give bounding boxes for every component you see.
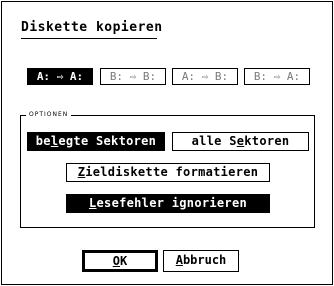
used-sectors-option[interactable]: belegte Sektoren [27,132,165,151]
shortcut-letter: O [112,254,120,268]
label-part: esefehler ignorieren [96,196,248,210]
dialog-title: Diskette kopieren [21,20,163,35]
format-target-disk-toggle[interactable]: Zieldiskette formatieren [66,163,270,182]
drive-option-label: B: ⇨ A: [253,70,301,83]
shortcut-letter: L [88,196,97,210]
ok-button[interactable]: OK [82,250,158,272]
label-part: K [120,254,128,268]
label-part: be [35,134,51,148]
label-part: egte Sektoren [58,134,157,148]
copy-disk-dialog: Diskette kopieren A: ⇨ A: B: ⇨ B: A: ⇨ B… [1,1,333,285]
shortcut-letter: A [175,253,183,267]
drive-option-label: A: ⇨ B: [181,70,229,83]
cancel-button[interactable]: Abbruch [163,250,239,272]
drive-option-label: A: ⇨ A: [36,70,84,83]
drive-option-b-to-a[interactable]: B: ⇨ A: [244,68,310,85]
label-part: ktoren [244,134,290,148]
drive-option-a-to-a[interactable]: A: ⇨ A: [27,68,93,85]
ignore-read-errors-toggle[interactable]: Lesefehler ignorieren [66,194,270,213]
all-sectors-option[interactable]: alle Sektoren [172,132,309,151]
label-part: alle S [191,134,237,148]
options-group-label: OPTIONEN [26,110,72,120]
label-part: ieldiskette formatieren [85,165,259,179]
drive-option-label: B: ⇨ B: [109,70,157,83]
label-part: bbruch [182,253,227,267]
drive-option-b-to-b[interactable]: B: ⇨ B: [100,68,166,85]
drive-option-a-to-b[interactable]: A: ⇨ B: [172,68,238,85]
title-underline [21,38,157,39]
